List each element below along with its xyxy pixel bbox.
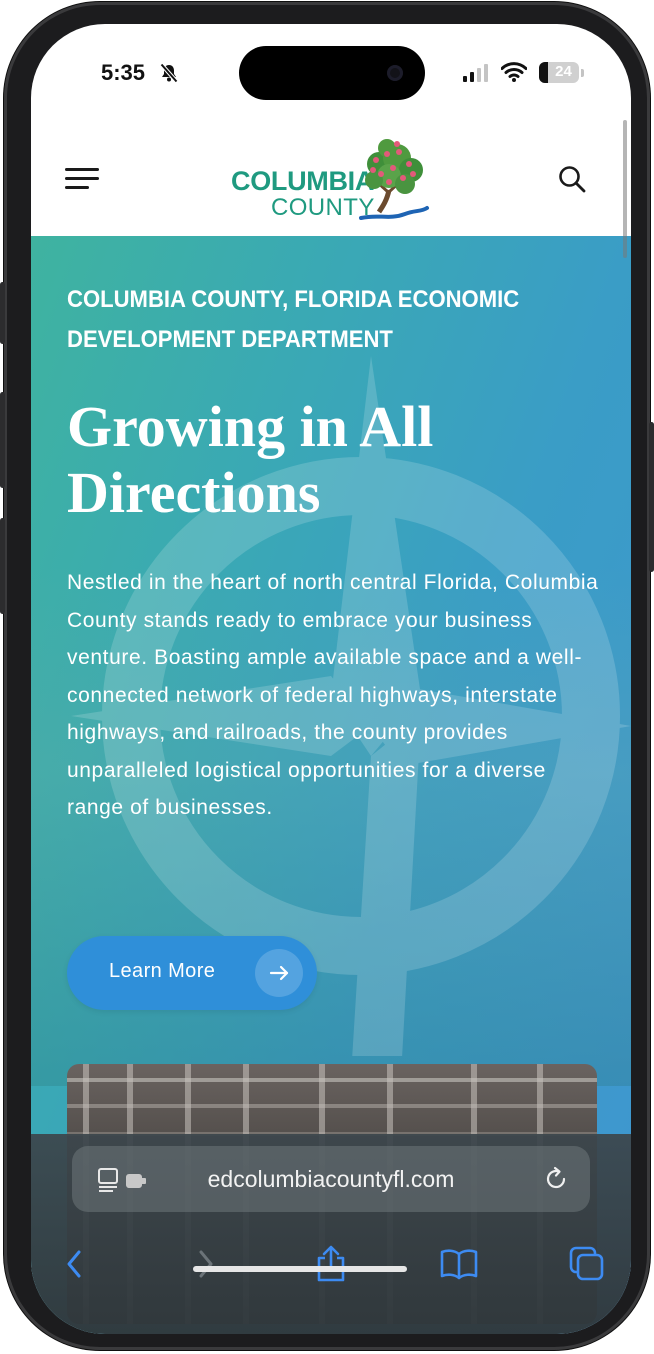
- address-bar[interactable]: edcolumbiacountyfl.com: [72, 1146, 590, 1212]
- phone-frame: 5:35 24 COLUMBIA COUNTY COLUMBIA COUNTY,…: [0, 2, 654, 1350]
- forward-icon[interactable]: [183, 1244, 227, 1284]
- site-header: COLUMBIA COUNTY: [31, 124, 631, 236]
- wifi-icon: [500, 62, 528, 87]
- battery-level: 24: [555, 63, 572, 80]
- hamburger-menu-icon[interactable]: [65, 166, 101, 192]
- cellular-signal-icon: [463, 64, 488, 82]
- columbia-county-logo[interactable]: COLUMBIA COUNTY: [229, 134, 435, 226]
- arrow-right-icon: [255, 949, 303, 997]
- bookmarks-icon[interactable]: [437, 1244, 481, 1284]
- status-time: 5:35: [101, 60, 146, 85]
- page-scrollbar[interactable]: [623, 120, 627, 258]
- volume-up-button: [0, 392, 5, 488]
- learn-more-button[interactable]: Learn More: [67, 936, 317, 1010]
- hero-eyebrow: COLUMBIA COUNTY, FLORIDA ECONOMIC DEVELO…: [67, 286, 520, 353]
- safari-toolbar: edcolumbiacountyfl.com: [31, 1134, 631, 1334]
- tree-logo-icon: [359, 139, 429, 220]
- share-icon[interactable]: [309, 1244, 353, 1284]
- tabs-icon[interactable]: [565, 1244, 609, 1284]
- action-button: [0, 282, 5, 344]
- hero-description: Nestled in the heart of north central Fl…: [67, 571, 599, 819]
- learn-more-label: Learn More: [109, 960, 216, 982]
- back-icon[interactable]: [53, 1244, 97, 1284]
- volume-down-button: [0, 518, 5, 614]
- url-text: edcolumbiacountyfl.com: [207, 1166, 455, 1192]
- power-button: [649, 422, 654, 572]
- bell-slash-icon: [159, 63, 179, 88]
- search-icon[interactable]: [557, 164, 587, 194]
- dynamic-island: [239, 46, 425, 100]
- reload-icon[interactable]: [542, 1165, 570, 1198]
- home-indicator[interactable]: [193, 1266, 407, 1272]
- screen: 5:35 24 COLUMBIA COUNTY COLUMBIA COUNTY,…: [31, 24, 631, 1334]
- battery-icon: 24: [539, 62, 579, 83]
- hero-title: Growing in All Directions: [67, 394, 434, 525]
